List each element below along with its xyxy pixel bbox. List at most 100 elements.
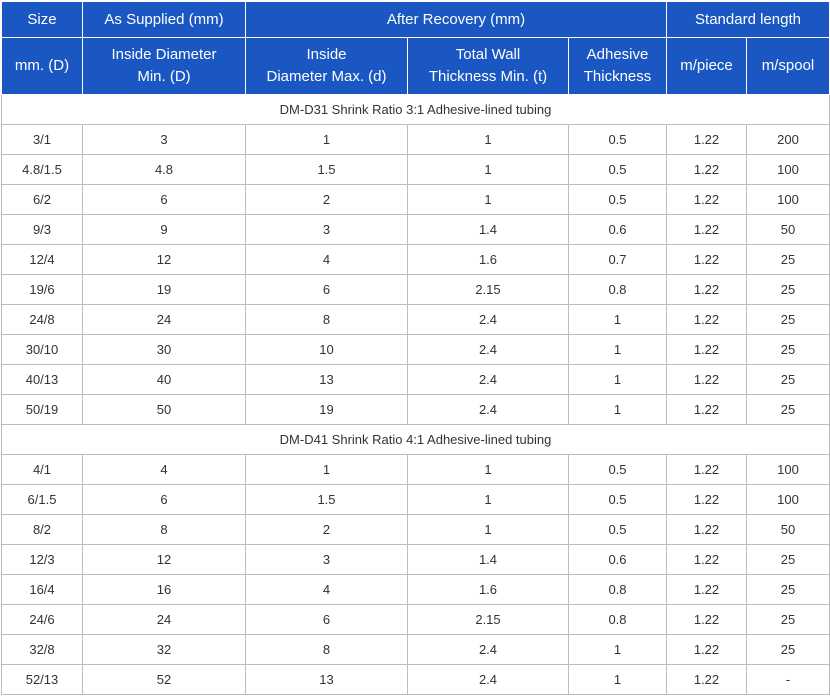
cell-total-wall: 2.4	[407, 334, 569, 365]
table-body: DM-D31 Shrink Ratio 3:1 Adhesive-lined t…	[0, 94, 830, 695]
cell-inside-diameter-max: 3	[245, 214, 408, 245]
header-row-2: mm. (D) Inside Diameter Min. (D) Inside …	[1, 37, 830, 95]
cell-inside-diameter-max: 4	[245, 574, 408, 605]
cell-m-spool: -	[745, 664, 830, 695]
table-row: 40/13 40 13 2.4 1 1.22 25	[1, 364, 830, 395]
cell-size: 52/13	[1, 664, 83, 695]
section-title: DM-D31 Shrink Ratio 3:1 Adhesive-lined t…	[0, 94, 830, 125]
cell-m-piece: 1.22	[666, 514, 747, 545]
cell-m-piece: 1.22	[666, 394, 747, 425]
cell-inside-diameter-max: 13	[245, 364, 408, 395]
spec-table: Size As Supplied (mm) After Recovery (mm…	[0, 1, 830, 695]
cell-size: 4/1	[1, 454, 83, 485]
cell-total-wall: 1	[407, 514, 569, 545]
header-row-1: Size As Supplied (mm) After Recovery (mm…	[1, 1, 830, 38]
cell-m-spool: 100	[745, 454, 830, 485]
cell-m-spool: 25	[745, 274, 830, 305]
cell-m-piece: 1.22	[666, 214, 747, 245]
table-row: 16/4 16 4 1.6 0.8 1.22 25	[1, 574, 830, 605]
header-size-unit: mm. (D)	[1, 37, 83, 95]
table-row: 19/6 19 6 2.15 0.8 1.22 25	[1, 274, 830, 305]
section-row: DM-D31 Shrink Ratio 3:1 Adhesive-lined t…	[0, 94, 830, 125]
cell-size: 12/3	[1, 544, 83, 575]
cell-size: 16/4	[1, 574, 83, 605]
table-row: 12/3 12 3 1.4 0.6 1.22 25	[1, 544, 830, 575]
cell-total-wall: 2.4	[407, 304, 569, 335]
header-inside-diameter-max: Inside Diameter Max. (d)	[245, 37, 408, 95]
header-inside-diameter-min: Inside Diameter Min. (D)	[82, 37, 246, 95]
cell-inside-diameter-max: 8	[245, 304, 408, 335]
cell-m-piece: 1.22	[666, 334, 747, 365]
cell-m-spool: 50	[745, 514, 830, 545]
cell-total-wall: 2.4	[407, 634, 569, 665]
cell-adhesive-thickness: 0.5	[568, 454, 667, 485]
cell-adhesive-thickness: 0.8	[568, 274, 667, 305]
section-row: DM-D41 Shrink Ratio 4:1 Adhesive-lined t…	[0, 424, 830, 455]
cell-size: 8/2	[1, 514, 83, 545]
cell-inside-diameter-min: 40	[82, 364, 246, 395]
cell-m-spool: 25	[745, 574, 830, 605]
cell-inside-diameter-min: 19	[82, 274, 246, 305]
cell-m-piece: 1.22	[666, 664, 747, 695]
cell-total-wall: 1	[407, 454, 569, 485]
cell-m-spool: 25	[745, 634, 830, 665]
table-row: 6/1.5 6 1.5 1 0.5 1.22 100	[1, 484, 830, 515]
cell-total-wall: 1.6	[407, 574, 569, 605]
cell-size: 32/8	[1, 634, 83, 665]
cell-total-wall: 1.4	[407, 214, 569, 245]
cell-total-wall: 1.4	[407, 544, 569, 575]
section-title: DM-D41 Shrink Ratio 4:1 Adhesive-lined t…	[0, 424, 830, 455]
header-size: Size	[1, 1, 83, 38]
cell-adhesive-thickness: 1	[568, 634, 667, 665]
cell-adhesive-thickness: 1	[568, 304, 667, 335]
header-total-wall-line2: Thickness Min. (t)	[428, 68, 548, 85]
cell-size: 24/6	[1, 604, 83, 635]
cell-m-piece: 1.22	[666, 364, 747, 395]
cell-total-wall: 2.4	[407, 364, 569, 395]
cell-inside-diameter-min: 4.8	[82, 154, 246, 185]
cell-m-piece: 1.22	[666, 244, 747, 275]
cell-inside-diameter-max: 19	[245, 394, 408, 425]
cell-total-wall: 1	[407, 484, 569, 515]
cell-m-spool: 25	[745, 304, 830, 335]
header-inside-diameter-min-line1: Inside Diameter	[111, 46, 217, 63]
header-adhesive-line1: Adhesive	[586, 46, 649, 63]
cell-m-spool: 200	[745, 124, 830, 155]
cell-total-wall: 2.4	[407, 664, 569, 695]
cell-inside-diameter-min: 52	[82, 664, 246, 695]
cell-size: 40/13	[1, 364, 83, 395]
cell-m-piece: 1.22	[666, 634, 747, 665]
cell-size: 6/1.5	[1, 484, 83, 515]
cell-inside-diameter-min: 4	[82, 454, 246, 485]
cell-inside-diameter-max: 1	[245, 454, 408, 485]
header-as-supplied: As Supplied (mm)	[82, 1, 246, 38]
table-row: 6/2 6 2 1 0.5 1.22 100	[1, 184, 830, 215]
header-m-piece: m/piece	[666, 37, 747, 95]
header-adhesive-line2: Thickness	[583, 68, 652, 85]
cell-adhesive-thickness: 1	[568, 364, 667, 395]
cell-adhesive-thickness: 0.5	[568, 154, 667, 185]
table-row: 8/2 8 2 1 0.5 1.22 50	[1, 514, 830, 545]
table-row: 24/8 24 8 2.4 1 1.22 25	[1, 304, 830, 335]
cell-m-spool: 25	[745, 394, 830, 425]
cell-size: 12/4	[1, 244, 83, 275]
cell-m-piece: 1.22	[666, 454, 747, 485]
cell-m-spool: 100	[745, 484, 830, 515]
header-adhesive-thickness: Adhesive Thickness	[568, 37, 667, 95]
table-row: 12/4 12 4 1.6 0.7 1.22 25	[1, 244, 830, 275]
cell-m-spool: 50	[745, 214, 830, 245]
cell-inside-diameter-max: 10	[245, 334, 408, 365]
cell-m-piece: 1.22	[666, 484, 747, 515]
cell-m-piece: 1.22	[666, 544, 747, 575]
cell-size: 30/10	[1, 334, 83, 365]
cell-total-wall: 2.15	[407, 604, 569, 635]
cell-inside-diameter-min: 24	[82, 304, 246, 335]
table-row: 50/19 50 19 2.4 1 1.22 25	[1, 394, 830, 425]
cell-m-piece: 1.22	[666, 274, 747, 305]
cell-total-wall: 2.4	[407, 394, 569, 425]
cell-m-spool: 100	[745, 184, 830, 215]
cell-m-piece: 1.22	[666, 574, 747, 605]
header-total-wall-line1: Total Wall	[455, 46, 521, 63]
table-row: 3/1 3 1 1 0.5 1.22 200	[1, 124, 830, 155]
cell-inside-diameter-min: 24	[82, 604, 246, 635]
